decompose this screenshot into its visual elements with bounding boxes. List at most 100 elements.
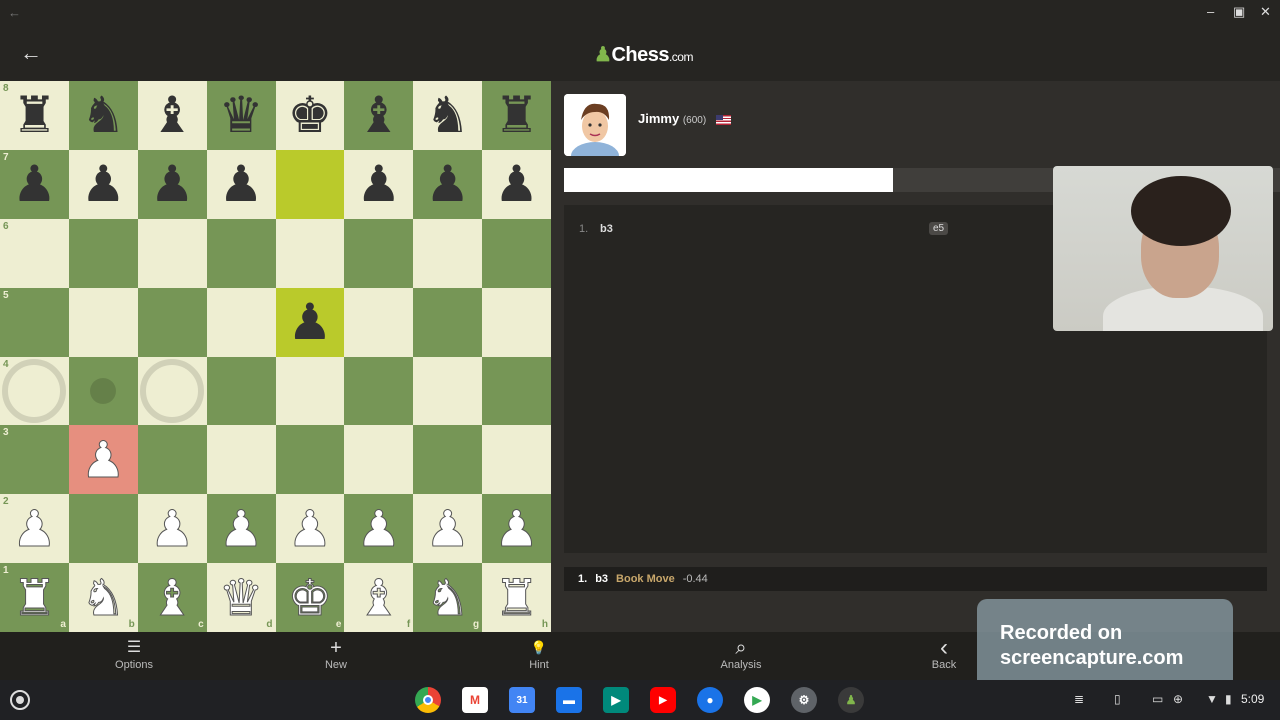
- add-circle-icon[interactable]: ⊕: [1173, 692, 1183, 706]
- square-a5[interactable]: 5: [0, 287, 69, 357]
- square-b6[interactable]: [68, 218, 138, 288]
- black-queen-icon[interactable]: ♛: [219, 90, 264, 140]
- move-hint-dot[interactable]: [90, 377, 117, 404]
- square-b8[interactable]: ♞: [68, 81, 138, 150]
- analysis-button[interactable]: ⌕ Analysis: [701, 638, 781, 671]
- square-a3[interactable]: 3: [0, 425, 69, 495]
- calendar-icon[interactable]: 31: [509, 687, 535, 713]
- square-e6[interactable]: [275, 218, 345, 288]
- square-a7[interactable]: 7 ♟: [0, 149, 69, 219]
- square-h4[interactable]: [482, 356, 551, 426]
- white-knight-icon[interactable]: ♞: [80, 572, 126, 623]
- white-pawn-icon[interactable]: ♟: [494, 503, 540, 554]
- square-b5[interactable]: [68, 287, 138, 357]
- screencast-icon[interactable]: ▭: [1152, 692, 1163, 706]
- play-store-icon[interactable]: ▶: [744, 687, 770, 713]
- square-f2[interactable]: ♟: [344, 494, 414, 564]
- square-g2[interactable]: ♟: [413, 494, 483, 564]
- square-b3[interactable]: ♟: [68, 425, 138, 495]
- chess-board[interactable]: 8 ♜ ♞ ♝ ♛ ♚ ♝ ♞ ♜ 7 ♟ ♟ ♟ ♟ ♟ ♟ ♟ 6 5 ♟ 4 3 ♟ 2 ♟ ♟ ♟ ♟ ♟ ♟ ♟ 1 a ♜ b ♞ c ♝ d ♛…: [0, 81, 551, 632]
- square-h2[interactable]: ♟: [482, 494, 551, 564]
- white-pawn-icon[interactable]: ♟: [425, 503, 471, 554]
- black-bishop-icon[interactable]: ♝: [356, 90, 401, 140]
- square-f3[interactable]: [344, 425, 414, 495]
- chrome-icon[interactable]: [415, 687, 441, 713]
- new-game-button[interactable]: + New: [296, 638, 376, 671]
- files-icon[interactable]: ▬: [556, 687, 582, 713]
- back-button[interactable]: ‹ Back: [904, 636, 984, 672]
- black-bishop-icon[interactable]: ♝: [150, 90, 195, 140]
- playlist-icon[interactable]: ≣: [1074, 692, 1084, 706]
- square-f6[interactable]: [344, 218, 414, 288]
- square-d8[interactable]: ♛: [206, 81, 276, 150]
- square-e5[interactable]: ♟: [275, 287, 345, 357]
- square-c7[interactable]: ♟: [137, 149, 207, 219]
- square-d2[interactable]: ♟: [206, 494, 276, 564]
- black-pawn-icon[interactable]: ♟: [81, 159, 126, 209]
- white-rook-icon[interactable]: ♜: [12, 572, 58, 623]
- square-a6[interactable]: 6: [0, 218, 69, 288]
- hint-button[interactable]: 💡 Hint: [499, 638, 579, 671]
- square-a8[interactable]: 8 ♜: [0, 81, 69, 150]
- square-h5[interactable]: [482, 287, 551, 357]
- square-g8[interactable]: ♞: [413, 81, 483, 150]
- meet-icon[interactable]: ▶: [603, 687, 629, 713]
- square-e8[interactable]: ♚: [275, 81, 345, 150]
- square-h7[interactable]: ♟: [482, 149, 551, 219]
- white-rook-icon[interactable]: ♜: [494, 572, 540, 623]
- black-pawn-icon[interactable]: ♟: [150, 159, 195, 209]
- phone-icon[interactable]: ▯: [1114, 692, 1121, 706]
- square-d6[interactable]: [206, 218, 276, 288]
- black-pawn-icon[interactable]: ♟: [12, 159, 57, 209]
- square-f1[interactable]: f ♝: [344, 563, 414, 632]
- black-pawn-icon[interactable]: ♟: [494, 159, 539, 209]
- square-h8[interactable]: ♜: [482, 81, 551, 150]
- square-f7[interactable]: ♟: [344, 149, 414, 219]
- window-back-icon[interactable]: ←: [8, 5, 21, 20]
- black-knight-icon[interactable]: ♞: [425, 90, 470, 140]
- white-king-icon[interactable]: ♚: [287, 572, 333, 623]
- square-c8[interactable]: ♝: [137, 81, 207, 150]
- square-a1[interactable]: 1 a ♜: [0, 563, 69, 632]
- square-g1[interactable]: g ♞: [413, 563, 483, 632]
- black-rook-icon[interactable]: ♜: [12, 90, 57, 140]
- square-b1[interactable]: b ♞: [68, 563, 138, 632]
- black-pawn-icon[interactable]: ♟: [219, 159, 264, 209]
- settings-icon[interactable]: ⚙: [791, 687, 817, 713]
- white-pawn-icon[interactable]: ♟: [80, 434, 126, 485]
- square-f4[interactable]: [344, 356, 414, 426]
- square-e7[interactable]: [275, 149, 345, 219]
- square-d3[interactable]: [206, 425, 276, 495]
- square-b2[interactable]: [68, 494, 138, 564]
- close-icon[interactable]: ✕: [1260, 4, 1271, 20]
- square-g7[interactable]: ♟: [413, 149, 483, 219]
- square-c6[interactable]: [137, 218, 207, 288]
- minimize-icon[interactable]: –: [1207, 4, 1214, 19]
- square-h1[interactable]: h ♜: [482, 563, 551, 632]
- gmail-icon[interactable]: M: [462, 687, 488, 713]
- black-pawn-icon[interactable]: ♟: [356, 159, 401, 209]
- white-pawn-icon[interactable]: ♟: [149, 503, 195, 554]
- move-white[interactable]: b3: [600, 223, 613, 235]
- square-c2[interactable]: ♟: [137, 494, 207, 564]
- move-hint-ring[interactable]: [2, 358, 67, 423]
- black-rook-icon[interactable]: ♜: [494, 90, 539, 140]
- square-c3[interactable]: [137, 425, 207, 495]
- square-d5[interactable]: [206, 287, 276, 357]
- white-pawn-icon[interactable]: ♟: [218, 503, 264, 554]
- square-d4[interactable]: [206, 356, 276, 426]
- square-d1[interactable]: d ♛: [206, 563, 276, 632]
- move-hint-ring[interactable]: [140, 358, 205, 423]
- square-h6[interactable]: [482, 218, 551, 288]
- square-g6[interactable]: [413, 218, 483, 288]
- chess-app-icon[interactable]: ♟: [838, 687, 864, 713]
- launcher-icon[interactable]: [10, 690, 30, 710]
- white-knight-icon[interactable]: ♞: [425, 572, 471, 623]
- square-e1[interactable]: e ♚: [275, 563, 345, 632]
- square-b7[interactable]: ♟: [68, 149, 138, 219]
- square-e2[interactable]: ♟: [275, 494, 345, 564]
- square-c5[interactable]: [137, 287, 207, 357]
- square-a4[interactable]: 4: [0, 356, 69, 426]
- square-c4[interactable]: [137, 356, 207, 426]
- square-a2[interactable]: 2 ♟: [0, 494, 69, 564]
